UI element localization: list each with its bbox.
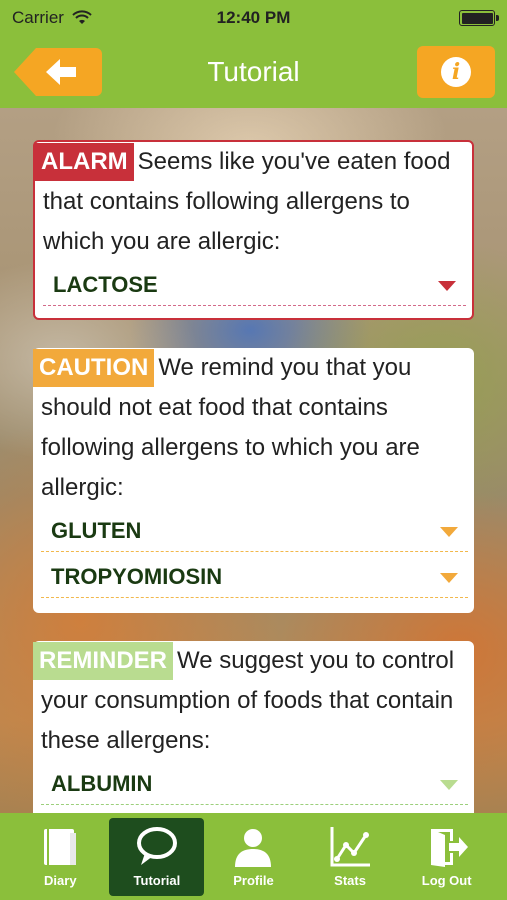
tab-diary[interactable]: Diary	[13, 818, 108, 896]
caution-message: CAUTION We remind you that you should not…	[33, 348, 464, 508]
speech-bubble-icon	[136, 826, 177, 865]
tab-logout[interactable]: Log Out	[399, 818, 494, 896]
allergen-dropdown[interactable]: LACTOSE	[43, 262, 466, 308]
tab-profile[interactable]: Profile	[206, 818, 301, 896]
dropdown-arrow-icon	[438, 281, 456, 291]
tab-label: Tutorial	[133, 872, 181, 888]
tab-label: Stats	[334, 872, 366, 888]
info-button[interactable]: i	[417, 46, 495, 98]
book-icon	[44, 828, 77, 865]
allergen-dropdown[interactable]: TROPYOMIOSIN	[41, 554, 468, 600]
battery-icon	[459, 10, 499, 26]
carrier-label: Carrier	[12, 8, 64, 27]
alarm-message: ALARM Seems like you've eaten food that c…	[35, 142, 462, 262]
tab-bar: Diary Tutorial Profile Stats Log Out	[0, 813, 507, 900]
reminder-tag: REMINDER	[33, 642, 174, 680]
caution-card: CAUTION We remind you that you should not…	[33, 348, 474, 613]
alarm-card: ALARM Seems like you've eaten food that c…	[33, 140, 474, 320]
allergen-dropdown[interactable]: GLUTEN	[41, 508, 468, 554]
wifi-icon	[72, 10, 92, 24]
chart-icon	[330, 826, 371, 866]
allergen-label: GLUTEN	[51, 518, 142, 543]
dropdown-arrow-icon	[440, 780, 458, 790]
status-bar: Carrier 12:40 PM	[0, 0, 507, 36]
allergen-dropdown[interactable]: ALBUMIN	[41, 761, 468, 807]
tab-tutorial[interactable]: Tutorial	[109, 817, 205, 896]
page-title: Tutorial	[207, 56, 300, 87]
back-arrow-icon	[14, 48, 102, 96]
allergen-label: TROPYOMIOSIN	[51, 564, 223, 589]
allergen-label: LACTOSE	[53, 272, 158, 297]
status-left: Carrier	[12, 8, 92, 28]
tab-label: Log Out	[421, 872, 472, 888]
caution-tag: CAUTION	[33, 349, 155, 387]
tab-label: Profile	[233, 872, 274, 888]
info-icon: i	[441, 57, 471, 87]
dropdown-arrow-icon	[440, 573, 458, 583]
nav-bar: Tutorial i	[0, 36, 507, 108]
back-button[interactable]	[12, 46, 102, 98]
tutorial-content[interactable]: ALARM Seems like you've eaten food that c…	[0, 108, 507, 813]
logout-icon	[430, 828, 468, 867]
alarm-tag: ALARM	[35, 143, 134, 181]
status-time: 12:40 PM	[216, 8, 291, 27]
reminder-message: REMINDER We suggest you to control your c…	[33, 641, 464, 761]
tab-label: Diary	[44, 872, 77, 888]
reminder-card: REMINDER We suggest you to control your c…	[33, 641, 474, 813]
allergen-label: ALBUMIN	[51, 771, 153, 796]
dropdown-arrow-icon	[440, 527, 458, 537]
tab-stats[interactable]: Stats	[303, 818, 398, 896]
person-icon	[235, 828, 272, 867]
